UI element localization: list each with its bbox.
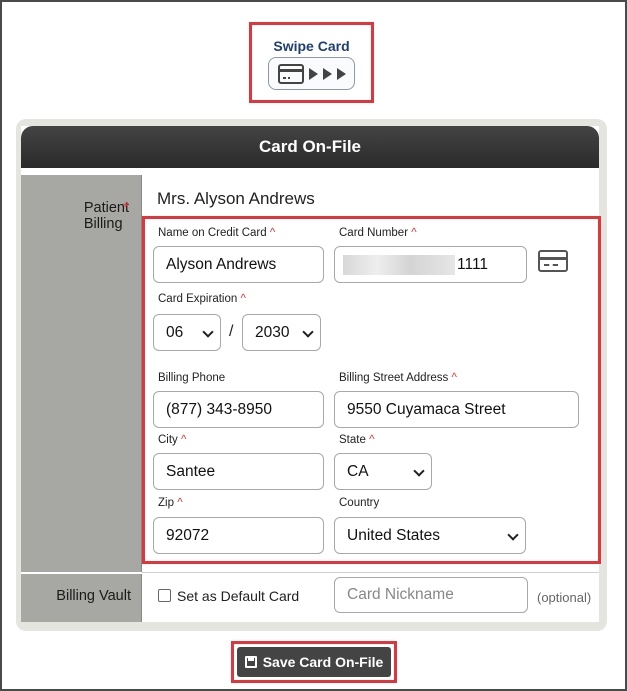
card-nickname-input[interactable]: Card Nickname <box>334 577 528 613</box>
swipe-card-button[interactable] <box>268 57 355 90</box>
chevron-down-icon <box>413 465 425 477</box>
billing-vault-label: Billing Vault <box>56 588 131 604</box>
save-card-button[interactable]: Save Card On-File <box>237 647 391 677</box>
country-label: Country <box>339 497 380 509</box>
swipe-card-highlight: Swipe Card <box>249 22 374 103</box>
zip-label: Zip ^ <box>158 497 183 509</box>
masked-card-digits <box>343 254 455 275</box>
card-number-input[interactable]: 1111 <box>334 246 527 283</box>
save-icon <box>244 656 257 668</box>
patient-billing-label-cell: Patient Billing * <box>21 175 142 572</box>
city-input[interactable]: Santee <box>153 453 324 490</box>
card-number-last4: 1111 <box>457 255 489 273</box>
optional-hint: (optional) <box>537 590 592 605</box>
name-on-card-input[interactable]: Alyson Andrews <box>153 246 324 283</box>
state-select[interactable]: CA <box>334 453 432 490</box>
billing-street-label: Billing Street Address ^ <box>339 372 457 384</box>
swipe-card-title: Swipe Card <box>273 38 350 54</box>
chevron-down-icon <box>507 529 519 541</box>
card-expiration-label: Card Expiration ^ <box>158 293 246 305</box>
save-card-label: Save Card On-File <box>262 654 384 670</box>
arrow-right-icon <box>336 67 346 80</box>
zip-input[interactable]: 92072 <box>153 517 324 554</box>
card-number-label: Card Number ^ <box>339 227 417 239</box>
exp-month-value: 06 <box>166 323 184 341</box>
exp-year-select[interactable]: 2030 <box>242 314 321 351</box>
billing-vault-label-cell: Billing Vault <box>21 574 142 622</box>
save-button-highlight: Save Card On-File <box>231 641 397 683</box>
country-value: United States <box>347 526 441 544</box>
row-divider <box>142 572 599 573</box>
city-label: City ^ <box>158 434 187 446</box>
default-card-checkbox[interactable] <box>158 589 171 602</box>
billing-street-input[interactable]: 9550 Cuyamaca Street <box>334 391 579 428</box>
state-label: State ^ <box>339 434 375 446</box>
chevron-down-icon <box>302 326 314 338</box>
billing-phone-label: Billing Phone <box>158 372 226 384</box>
exp-year-value: 2030 <box>255 323 290 341</box>
exp-month-select[interactable]: 06 <box>153 314 221 351</box>
billing-phone-input[interactable]: (877) 343-8950 <box>153 391 324 428</box>
credit-card-icon <box>277 63 304 84</box>
chevron-down-icon <box>202 326 214 338</box>
arrow-right-icon <box>322 67 332 80</box>
name-on-card-label: Name on Credit Card ^ <box>158 227 276 239</box>
exp-separator: / <box>229 323 234 340</box>
panel-header: Card On-File <box>21 126 599 168</box>
card-type-icon <box>538 250 568 272</box>
state-value: CA <box>347 462 369 480</box>
default-card-label: Set as Default Card <box>177 588 300 604</box>
country-select[interactable]: United States <box>334 517 526 554</box>
patient-name: Mrs. Alyson Andrews <box>157 189 315 208</box>
arrow-right-icon <box>308 67 318 80</box>
